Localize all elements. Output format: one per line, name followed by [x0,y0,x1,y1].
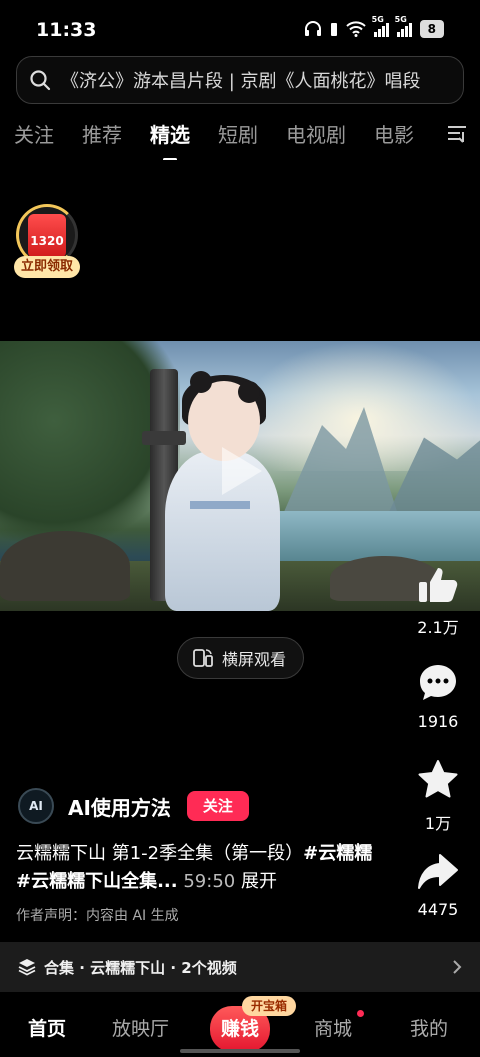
nav-earn[interactable]: 赚钱 开宝箱 [210,996,296,1052]
avatar[interactable]: AI [18,788,54,824]
thumbs-up-icon [419,568,458,602]
nav-me[interactable]: 我的 [410,1014,448,1041]
category-tabs: 关注 推荐 精选 短剧 电视剧 电影 [0,110,480,160]
status-icons: 5G 5G 8 [304,15,444,38]
bottom-nav: 首页 放映厅 赚钱 开宝箱 商城 我的 [0,992,480,1057]
rotate-screen-icon [193,649,213,667]
status-bar: 11:33 5G 5G 8 [0,0,480,58]
search-bar[interactable]: 《济公》游本昌片段 | 京剧《人面桃花》唱段 [16,56,464,104]
landscape-label: 横屏观看 [222,650,287,669]
search-icon [30,70,51,91]
follow-button[interactable]: 关注 [186,791,249,821]
treasure-badge: 开宝箱 [242,996,296,1016]
video-character-bun [190,371,212,393]
comment-count: 1916 [417,712,459,731]
nav-theater[interactable]: 放映厅 [112,1014,169,1041]
comment-icon [420,665,456,700]
hashtag-2[interactable]: #云糯糯下山全集... [16,871,178,892]
network-label-2: 5G [394,15,407,24]
play-icon[interactable] [212,441,268,501]
home-indicator [180,1049,300,1053]
packet-amount: 1320 [30,234,64,248]
author-name[interactable]: AI使用方法 [68,792,171,821]
tab-menu-icon[interactable] [446,122,468,144]
share-count: 4475 [417,900,459,919]
battery-indicator: 8 [419,20,444,38]
collection-label: 合集 · 云糯糯下山 · 2个视频 [44,958,237,977]
description-text: 云糯糯下山 第1-2季全集（第一段） [16,843,304,864]
expand-link[interactable]: 展开 [241,871,277,892]
favorite-count: 1万 [424,814,452,833]
headphones-icon [304,21,321,36]
wifi-icon [345,21,366,37]
chevron-right-icon [453,960,462,974]
battery-small-icon [330,23,337,36]
notification-dot [357,1010,364,1017]
layers-icon [18,959,36,976]
share-icon [418,854,458,889]
search-suggestion: 《济公》游本昌片段 | 京剧《人面桃花》唱段 [61,71,421,92]
red-packet-widget[interactable]: 1320 立即领取 [14,204,80,278]
tab-following[interactable]: 关注 [14,115,54,155]
nav-mall[interactable]: 商城 [314,1014,352,1041]
tab-movies[interactable]: 电影 [374,115,414,155]
comment-action[interactable]: 1916 [398,662,478,731]
video-duration: 59:50 [183,871,236,892]
favorite-action[interactable]: 1万 [398,758,478,834]
signal-icon-1: 5G [372,15,389,37]
landscape-button[interactable]: 横屏观看 [177,637,304,679]
video-rock [0,531,130,601]
author-row: AI AI使用方法 关注 [18,786,249,826]
signal-icon-2: 5G [395,15,412,37]
tab-tv-series[interactable]: 电视剧 [286,115,346,155]
video-character-sash [190,501,250,509]
tab-featured[interactable]: 精选 [150,115,190,160]
video-sword-guard [142,431,186,445]
video-description[interactable]: 云糯糯下山 第1-2季全集（第一段）#云糯糯 #云糯糯下山全集... 59:50… [16,840,388,896]
nav-home[interactable]: 首页 [28,1014,66,1041]
like-action[interactable]: 2.1万 [398,562,478,638]
star-icon [418,760,458,798]
network-label-1: 5G [371,15,384,24]
share-action[interactable]: 4475 [398,852,478,919]
tab-short-drama[interactable]: 短剧 [218,115,258,155]
claim-button[interactable]: 立即领取 [14,256,80,278]
video-character-bun [238,381,260,403]
like-count: 2.1万 [417,618,459,637]
status-time: 11:33 [36,19,97,41]
tab-recommend[interactable]: 推荐 [82,115,122,155]
ai-notice: 作者声明：内容由 AI 生成 [16,908,179,924]
hashtag-1[interactable]: #云糯糯 [303,843,372,864]
collection-bar[interactable]: 合集 · 云糯糯下山 · 2个视频 [0,942,480,992]
